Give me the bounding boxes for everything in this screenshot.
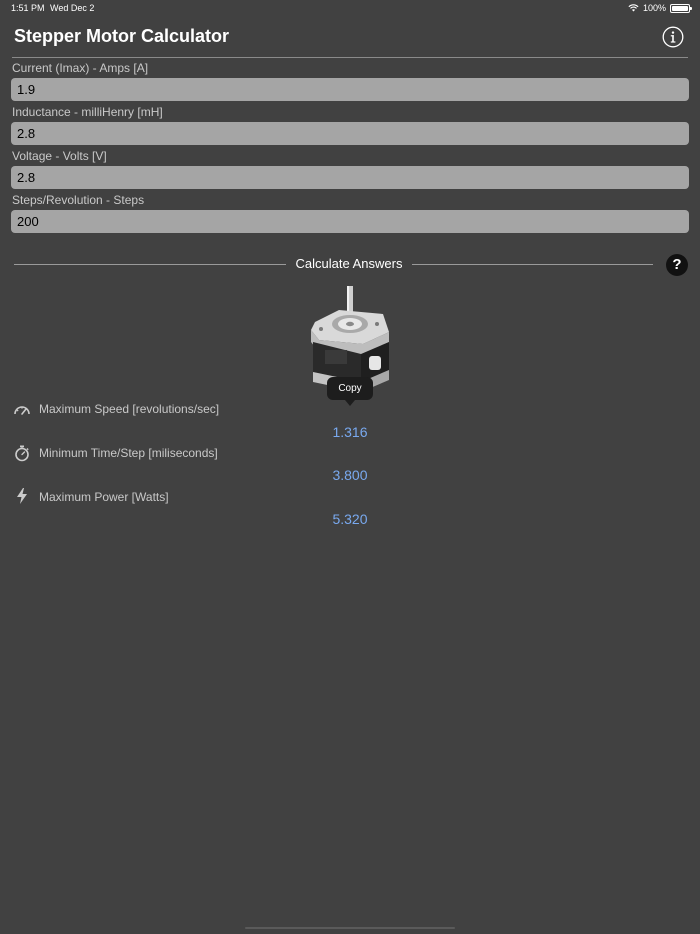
stopwatch-icon (15, 445, 29, 462)
inductance-label: Inductance - milliHenry [mH] (12, 105, 163, 119)
status-time: 1:51 PM (11, 3, 45, 13)
maximum-speed-value[interactable]: 1.316 (250, 424, 450, 440)
battery-percentage: 100% (642, 3, 666, 13)
info-icon[interactable] (662, 26, 684, 48)
minimum-time-step-label: Minimum Time/Step [miliseconds] (39, 446, 218, 460)
current-label: Current (Imax) - Amps [A] (12, 61, 149, 75)
calculate-divider-right (412, 264, 653, 265)
lightning-bolt-icon (17, 488, 27, 504)
question-icon[interactable]: ? (666, 254, 688, 276)
status-bar: 1:51 PM Wed Dec 2 100% (0, 0, 700, 18)
page-title: Stepper Motor Calculator (14, 26, 230, 46)
speedometer-icon (14, 406, 30, 415)
header-divider (12, 57, 688, 58)
calculate-divider-left (14, 264, 286, 265)
steps-input[interactable] (11, 210, 689, 233)
maximum-power-label: Maximum Power [Watts] (39, 490, 169, 504)
voltage-input[interactable] (11, 166, 689, 189)
status-date: Wed Dec 2 (50, 3, 95, 13)
home-indicator[interactable] (245, 927, 455, 929)
inductance-input[interactable] (11, 122, 689, 145)
voltage-label: Voltage - Volts [V] (12, 149, 107, 163)
status-indicators: 100% (628, 3, 692, 13)
maximum-power-value[interactable]: 5.320 (250, 511, 450, 527)
minimum-time-step-value[interactable]: 3.800 (250, 467, 450, 483)
maximum-speed-label: Maximum Speed [revolutions/sec] (39, 402, 220, 416)
calculate-button[interactable]: Calculate Answers (286, 256, 412, 271)
wifi-icon (628, 4, 639, 12)
copy-tooltip[interactable]: Copy (327, 377, 373, 406)
battery-icon (670, 3, 692, 13)
current-input[interactable] (11, 78, 689, 101)
steps-label: Steps/Revolution - Steps (12, 193, 145, 207)
